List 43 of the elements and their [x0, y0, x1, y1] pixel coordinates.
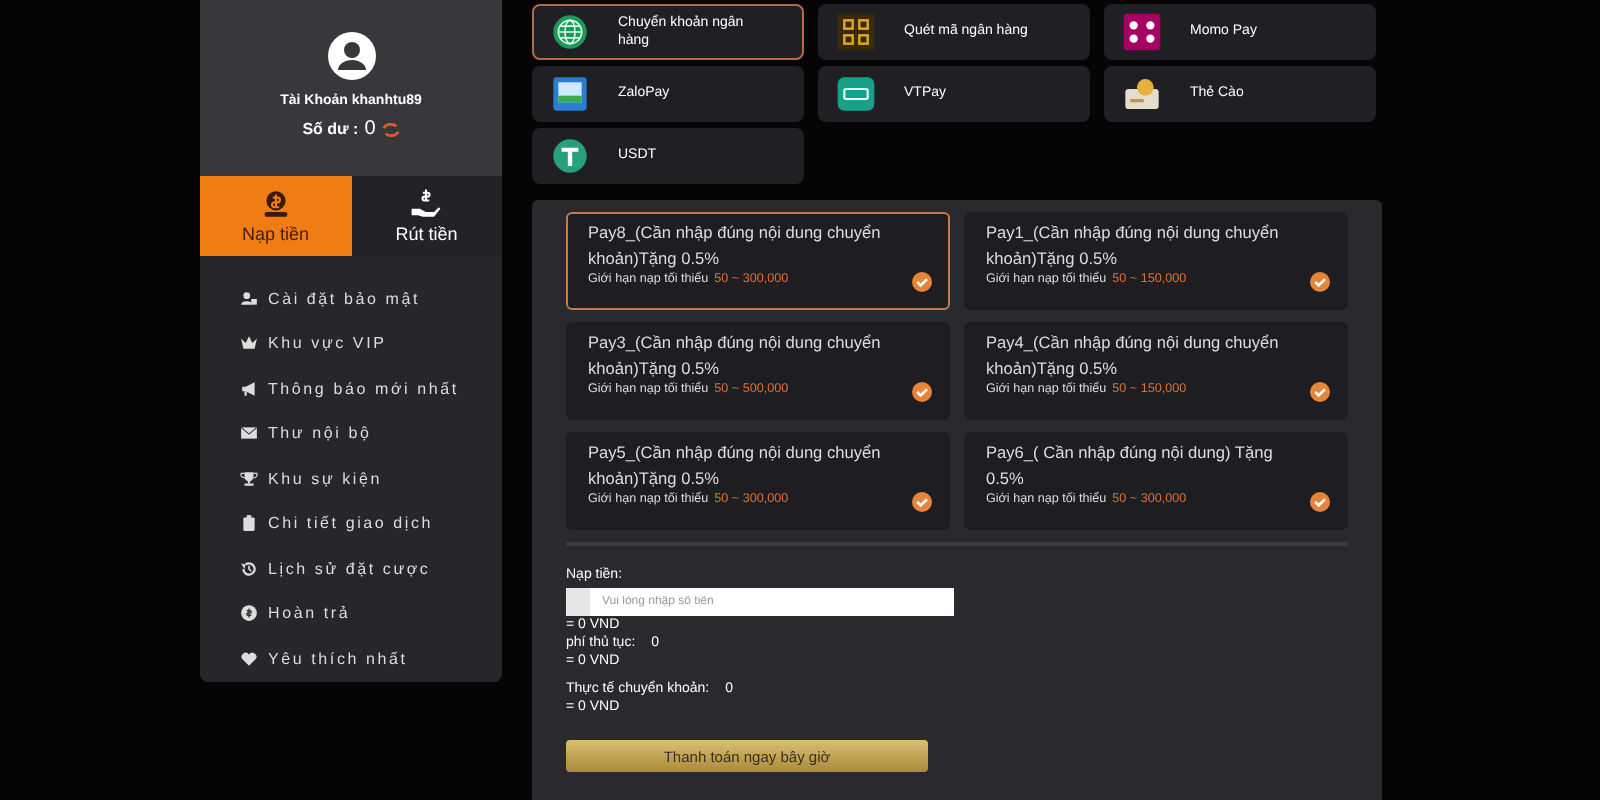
- hand-coin-icon: [410, 188, 443, 220]
- menu-item[interactable]: Chi tiết giao dịch: [268, 514, 434, 533]
- coin-icon: [259, 188, 292, 220]
- tether-icon: [550, 136, 590, 176]
- menu-item[interactable]: Lịch sử đặt cược: [268, 559, 431, 578]
- channel-title: Pay5_(Cần nhập đúng nội dung chuyển khoản)Tặng 0.5%: [588, 440, 883, 491]
- trophy-icon: [240, 469, 258, 488]
- check-icon: [912, 492, 932, 512]
- refresh-icon[interactable]: [381, 121, 400, 137]
- globe-icon: [550, 12, 590, 52]
- menu-item[interactable]: Thông báo mới nhất: [268, 379, 459, 398]
- menu-item[interactable]: Yêu thích nhất: [268, 649, 408, 668]
- balance-label: Số dư :: [302, 120, 359, 138]
- check-icon: [912, 272, 932, 292]
- check-icon: [1310, 492, 1330, 512]
- check-icon: [1310, 382, 1330, 402]
- megaphone-icon: [240, 379, 258, 398]
- menu-item[interactable]: Khu sự kiện: [268, 469, 383, 488]
- tab[interactable]: Rút tiền: [351, 176, 502, 256]
- tab[interactable]: Nạp tiền: [200, 176, 351, 256]
- channel-title: Pay6_( Cần nhập đúng nội dung) Tặng 0.5%: [986, 440, 1275, 491]
- dollar-circle-icon: [240, 604, 258, 623]
- menu-item[interactable]: Khu vực VIP: [268, 334, 387, 353]
- menu-item[interactable]: Cài đặt bảo mật: [268, 289, 420, 308]
- avatar-icon: [327, 32, 375, 80]
- channel-title: Pay3_(Cần nhập đúng nội dung chuyển khoản)Tặng 0.5%: [588, 330, 883, 381]
- momo-logo-icon: [1122, 12, 1162, 52]
- heart-icon: [240, 649, 258, 668]
- crown-icon: [240, 334, 258, 353]
- qr-code-icon: [836, 12, 876, 52]
- history-icon: [240, 559, 258, 578]
- clipboard-icon: [240, 514, 258, 533]
- pay-logo-icon: [836, 74, 876, 114]
- envelope-icon: [240, 424, 258, 443]
- check-icon: [1310, 272, 1330, 292]
- channel-title: Pay1_(Cần nhập đúng nội dung chuyển khoản)Tặng 0.5%: [986, 220, 1281, 271]
- menu-item[interactable]: Thư nội bộ: [268, 424, 372, 443]
- channel-title: Pay8_(Cần nhập đúng nội dung chuyển khoản)Tặng 0.5%: [588, 220, 883, 271]
- check-icon: [912, 382, 932, 402]
- coin-card-icon: [1122, 74, 1162, 114]
- menu-item[interactable]: Hoàn trả: [268, 604, 351, 623]
- balance-value: 0: [364, 118, 376, 140]
- channel-title: Pay4_(Cần nhập đúng nội dung chuyển khoản)Tặng 0.5%: [986, 330, 1281, 381]
